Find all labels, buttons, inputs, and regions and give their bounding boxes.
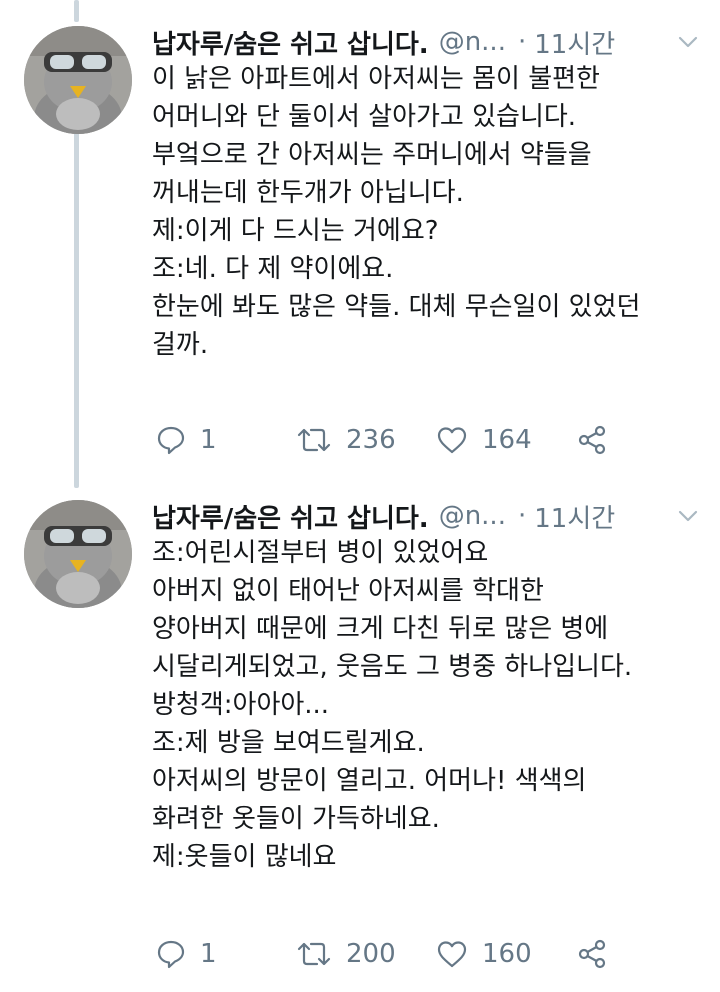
tweet-text-line: 화려한 옷들이 가득하네요. [152,804,440,834]
share-icon [578,425,606,455]
tweet-text-line: 한눈에 봐도 많은 약들. 대체 무슨일이 있었던 [152,292,641,322]
retweet-button[interactable]: 236 [296,425,436,455]
tweet-actions: 1 200 160 [156,934,700,974]
tweet-header: 납자루/숨은 쉬고 삽니다. @n... · 11시간 [152,496,700,536]
retweet-button[interactable]: 200 [296,939,436,969]
user-handle[interactable]: @n... [439,27,506,57]
reply-icon [157,426,185,455]
retweet-count: 200 [346,939,396,969]
tweet-text-line: 꺼내는데 한두개가 아닙니다. [152,178,464,208]
tweet-text-line: 방청객:아아아... [152,690,330,720]
separator-dot: · [517,501,527,531]
tweet-text-line: 시달리게되었고, 웃음도 그 병중 하나입니다. [152,652,633,682]
tweet-text-line: 아버지 없이 태어난 아저씨를 학대한 [152,576,544,606]
reply-button[interactable]: 1 [156,939,296,969]
chevron-down-icon[interactable] [676,504,700,528]
tweet-text-line: 조:제 방을 보여드릴게요. [152,728,425,758]
display-name[interactable]: 납자루/숨은 쉬고 삽니다. [152,498,429,535]
tweet-text-line: 조:어린시절부터 병이 있었어요 [152,538,489,568]
tweet-text-line: 이 낡은 아파트에서 아저씨는 몸이 불편한 [152,64,600,94]
like-count: 160 [482,939,532,969]
tweet-text-line: 아저씨의 방문이 열리고. 어머나! 색색의 [152,766,587,796]
retweet-icon [297,428,331,452]
like-icon [437,427,467,454]
like-button[interactable]: 164 [436,425,576,455]
tweet-text-line: 부엌으로 간 아저씨는 주머니에서 약들을 [152,140,592,170]
share-button[interactable] [576,424,608,456]
retweet-icon [297,942,331,966]
like-count: 164 [482,425,532,455]
tweet-text: 이 낡은 아파트에서 아저씨는 몸이 불편한 어머니와 단 둘이서 살아가고 있… [152,60,700,364]
tweet-text-line: 양아버지 때문에 크게 다친 뒤로 많은 병에 [152,614,609,644]
share-button[interactable] [576,938,608,970]
reply-count: 1 [200,425,217,455]
tweet-text-line: 어머니와 단 둘이서 살아가고 있습니다. [152,102,577,132]
avatar-penguin-image [24,500,132,608]
reply-button[interactable]: 1 [156,425,296,455]
tweet[interactable]: 납자루/숨은 쉬고 삽니다. @n... · 11시간 이 낡은 아파트에서 아… [0,0,720,490]
display-name[interactable]: 납자루/숨은 쉬고 삽니다. [152,24,429,61]
user-handle[interactable]: @n... [439,501,506,531]
like-button[interactable]: 160 [436,939,576,969]
share-icon [578,939,606,969]
tweet-text-line: 제:이게 다 드시는 거에요? [152,216,439,246]
timestamp[interactable]: 11시간 [534,498,615,535]
avatar[interactable] [24,500,132,608]
reply-count: 1 [200,939,217,969]
tweet-text-line: 걸까. [152,330,209,360]
tweet-actions: 1 236 164 [156,420,700,460]
tweet-text: 조:어린시절부터 병이 있었어요 아버지 없이 태어난 아저씨를 학대한 양아버… [152,534,700,876]
tweet-text-line: 조:네. 다 제 약이에요. [152,254,394,284]
like-icon [437,941,467,968]
reply-icon [157,940,185,969]
avatar[interactable] [24,26,132,134]
retweet-count: 236 [346,425,396,455]
tweet[interactable]: 납자루/숨은 쉬고 삽니다. @n... · 11시간 조:어린시절부터 병이 … [0,490,720,992]
tweet-header: 납자루/숨은 쉬고 삽니다. @n... · 11시간 [152,22,700,62]
avatar-penguin-image [24,26,132,134]
chevron-down-icon[interactable] [676,30,700,54]
tweet-text-line: 제:옷들이 많네요 [152,842,337,872]
timestamp[interactable]: 11시간 [534,24,615,61]
separator-dot: · [517,27,527,57]
